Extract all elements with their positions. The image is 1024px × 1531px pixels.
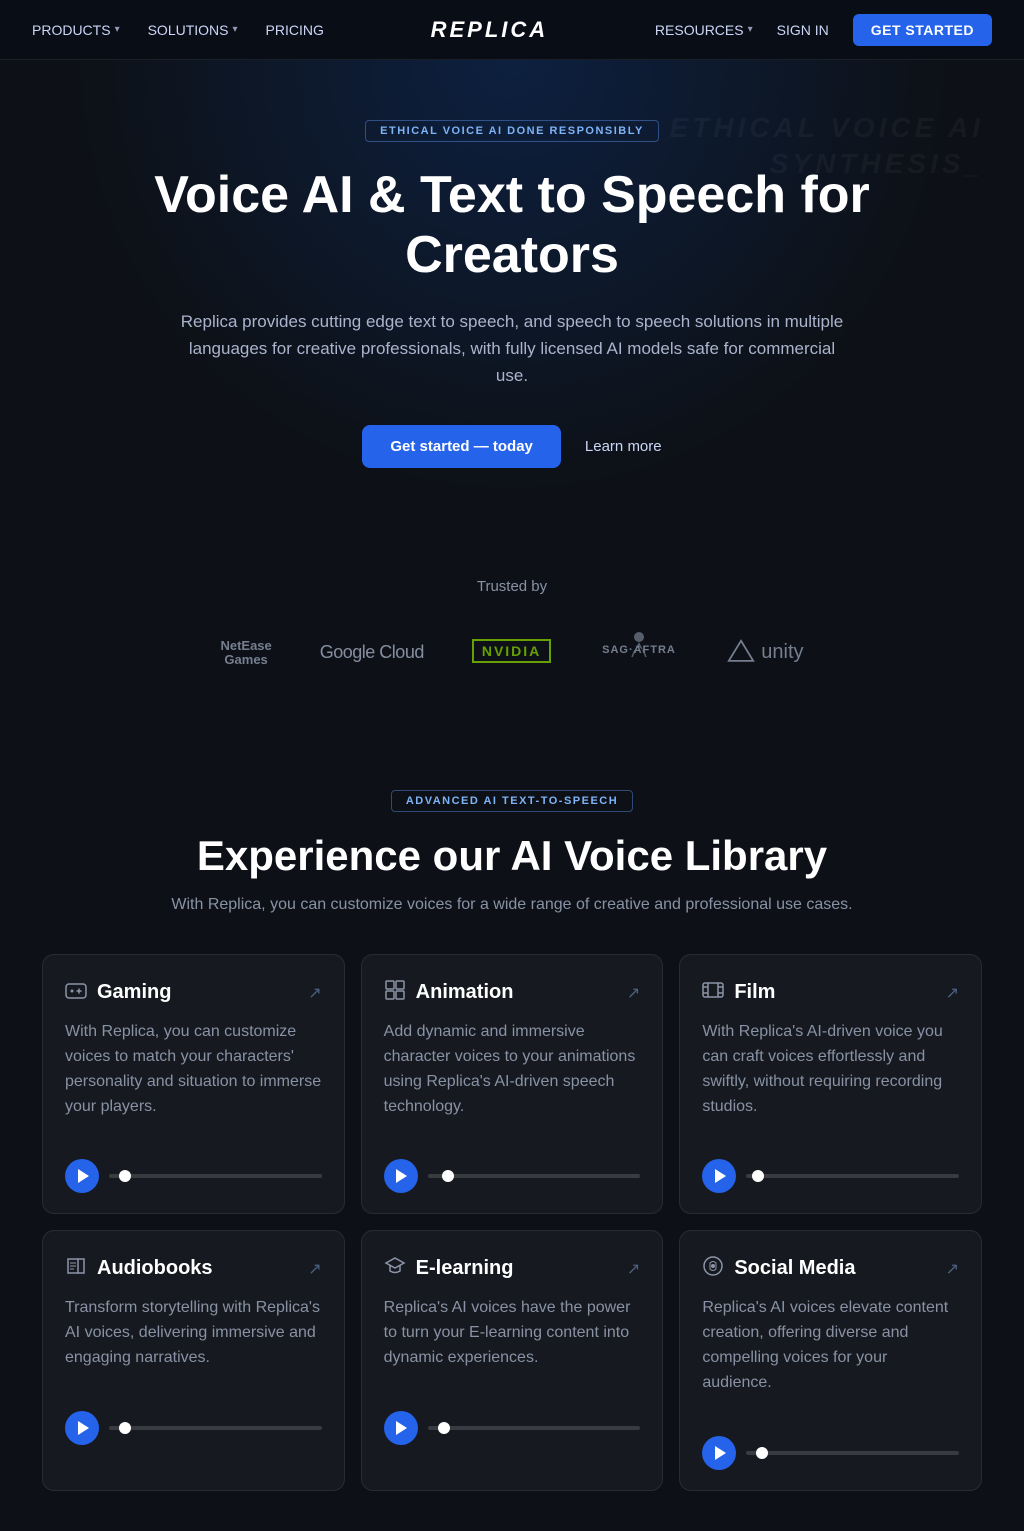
external-link-icon[interactable]: ↗	[308, 983, 321, 1003]
gaming-play-button[interactable]	[65, 1159, 99, 1193]
gaming-progress-bar[interactable]	[109, 1174, 322, 1178]
hero-cta-button[interactable]: Get started — today	[362, 425, 561, 468]
hero-actions: Get started — today Learn more	[40, 425, 984, 468]
voice-section-description: With Replica, you can customize voices f…	[40, 896, 984, 914]
external-link-icon[interactable]: ↗	[308, 1259, 321, 1279]
external-link-icon[interactable]: ↗	[627, 1259, 640, 1279]
gaming-icon	[65, 979, 87, 1006]
logo-nvidia: NVIDIA	[472, 639, 551, 666]
voice-cards-grid: Gaming ↗ With Replica, you can customize…	[42, 954, 982, 1490]
nav-pricing[interactable]: PRICING	[266, 22, 324, 38]
hero-heading: Voice AI & Text to Speech for Creators	[112, 166, 912, 286]
voice-card-audiobooks: Audiobooks ↗ Transform storytelling with…	[42, 1230, 345, 1490]
hero-learn-more-button[interactable]: Learn more	[585, 438, 662, 455]
animation-card-title: Animation	[416, 981, 514, 1004]
voice-card-film: Film ↗ With Replica's AI-driven voice yo…	[679, 954, 982, 1214]
animation-progress-dot	[442, 1170, 454, 1182]
animation-progress-bar[interactable]	[428, 1174, 641, 1178]
elearning-card-desc: Replica's AI voices have the power to tu…	[384, 1296, 641, 1370]
audiobooks-icon	[65, 1255, 87, 1282]
gaming-progress-dot	[119, 1170, 131, 1182]
film-audio-player	[702, 1159, 959, 1193]
nav-left: PRODUCTS ▾ SOLUTIONS ▾ PRICING	[32, 22, 324, 38]
hero-badge: ETHICAL VOICE AI DONE RESPONSIBLY	[365, 120, 659, 142]
social-media-icon	[702, 1255, 724, 1282]
get-started-nav-button[interactable]: GET STARTED	[853, 14, 992, 46]
external-link-icon[interactable]: ↗	[946, 1259, 959, 1279]
elearning-icon	[384, 1255, 406, 1282]
logo-unity: unity	[727, 639, 803, 667]
film-progress-dot	[752, 1170, 764, 1182]
animation-play-button[interactable]	[384, 1159, 418, 1193]
trusted-section: Trusted by NetEase Games Google Cloud NV…	[0, 568, 1024, 730]
voice-library-section: ADVANCED AI TEXT-TO-SPEECH Experience ou…	[0, 770, 1024, 1530]
social-media-play-button[interactable]	[702, 1436, 736, 1470]
logo-sag-aftra: SAG·AFTRA	[599, 625, 679, 680]
gaming-audio-player	[65, 1159, 322, 1193]
chevron-down-icon: ▾	[748, 24, 753, 35]
chevron-down-icon: ▾	[233, 24, 238, 35]
elearning-progress-bar[interactable]	[428, 1426, 641, 1430]
chevron-down-icon: ▾	[115, 24, 120, 35]
nav-right: RESOURCES ▾ SIGN IN GET STARTED	[655, 14, 992, 46]
social-media-progress-dot	[756, 1447, 768, 1459]
voice-card-elearning: E-learning ↗ Replica's AI voices have th…	[361, 1230, 664, 1490]
audiobooks-card-desc: Transform storytelling with Replica's AI…	[65, 1296, 322, 1370]
film-card-title: Film	[734, 981, 775, 1004]
elearning-play-button[interactable]	[384, 1411, 418, 1445]
nav-resources[interactable]: RESOURCES ▾	[655, 22, 753, 38]
voice-section-badge: ADVANCED AI TEXT-TO-SPEECH	[391, 790, 633, 812]
elearning-audio-player	[384, 1411, 641, 1445]
voice-card-social-media: Social Media ↗ Replica's AI voices eleva…	[679, 1230, 982, 1490]
site-logo[interactable]: REPLICA	[431, 17, 549, 43]
logo-google-cloud: Google Cloud	[320, 642, 424, 663]
sign-in-button[interactable]: SIGN IN	[777, 22, 829, 38]
social-media-progress-bar[interactable]	[746, 1451, 959, 1455]
audiobooks-card-title: Audiobooks	[97, 1257, 213, 1280]
film-icon	[702, 979, 724, 1006]
social-media-audio-player	[702, 1436, 959, 1470]
elearning-progress-dot	[438, 1422, 450, 1434]
trusted-title: Trusted by	[40, 578, 984, 595]
social-media-card-desc: Replica's AI voices elevate content crea…	[702, 1296, 959, 1395]
external-link-icon[interactable]: ↗	[946, 983, 959, 1003]
logos-container: NetEase Games Google Cloud NVIDIA SAG·AF…	[40, 625, 984, 680]
external-link-icon[interactable]: ↗	[627, 983, 640, 1003]
hero-description: Replica provides cutting edge text to sp…	[172, 308, 852, 390]
animation-audio-player	[384, 1159, 641, 1193]
audiobooks-audio-player	[65, 1411, 322, 1445]
gaming-card-desc: With Replica, you can customize voices t…	[65, 1020, 322, 1119]
gaming-card-title: Gaming	[97, 981, 171, 1004]
audiobooks-progress-bar[interactable]	[109, 1426, 322, 1430]
elearning-card-title: E-learning	[416, 1257, 514, 1280]
social-media-card-title: Social Media	[734, 1257, 855, 1280]
audiobooks-play-button[interactable]	[65, 1411, 99, 1445]
animation-card-desc: Add dynamic and immersive character voic…	[384, 1020, 641, 1119]
logo-netease-games: NetEase Games	[220, 638, 271, 668]
voice-section-heading: Experience our AI Voice Library	[40, 832, 984, 880]
film-card-desc: With Replica's AI-driven voice you can c…	[702, 1020, 959, 1119]
voice-card-animation: Animation ↗ Add dynamic and immersive ch…	[361, 954, 664, 1214]
nav-solutions[interactable]: SOLUTIONS ▾	[148, 22, 238, 38]
nav-products[interactable]: PRODUCTS ▾	[32, 22, 120, 38]
film-progress-bar[interactable]	[746, 1174, 959, 1178]
hero-section: ETHICAL VOICE AI SYNTHESIS_ ETHICAL VOIC…	[0, 60, 1024, 568]
film-play-button[interactable]	[702, 1159, 736, 1193]
voice-card-gaming: Gaming ↗ With Replica, you can customize…	[42, 954, 345, 1214]
audiobooks-progress-dot	[119, 1422, 131, 1434]
animation-icon	[384, 979, 406, 1006]
navigation: PRODUCTS ▾ SOLUTIONS ▾ PRICING REPLICA R…	[0, 0, 1024, 60]
